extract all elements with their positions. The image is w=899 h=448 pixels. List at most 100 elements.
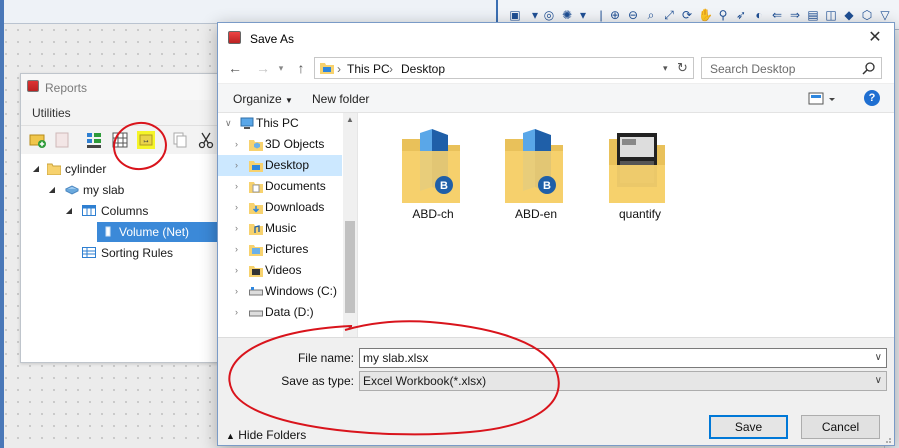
save-type-select[interactable]: Excel Workbook(*.xlsx) ∨: [359, 371, 887, 391]
file-item-abd-ch[interactable]: B ABD-ch: [388, 125, 478, 225]
nav-item-this-pc[interactable]: ∨ This PC: [218, 113, 342, 134]
nav-item-videos[interactable]: › Videos: [218, 260, 342, 281]
tree-item-cylinder[interactable]: ◢ cylinder: [21, 159, 241, 179]
collapse-caret-icon[interactable]: ∨: [225, 113, 235, 134]
search-icon[interactable]: [862, 61, 876, 75]
breadcrumb-separator-icon: ›: [337, 62, 341, 76]
reports-toolbar: ↦: [21, 126, 241, 154]
save-button[interactable]: Save: [709, 415, 788, 439]
copy-icon[interactable]: [171, 131, 189, 149]
table-icon[interactable]: [111, 131, 129, 149]
address-bar[interactable]: › This PC › Desktop ▾ ↻: [314, 57, 694, 79]
pan-icon[interactable]: ✋: [698, 8, 713, 22]
cube-view-icon[interactable]: ⬡: [860, 8, 874, 22]
chevron-down-icon[interactable]: ∨: [875, 372, 882, 390]
collapse-caret-icon[interactable]: ◢: [31, 159, 41, 179]
nav-item-downloads[interactable]: › Downloads: [218, 197, 342, 218]
tree-view-icon[interactable]: [85, 131, 103, 149]
folder-icon: [47, 163, 61, 175]
recent-locations-icon[interactable]: ▾: [272, 59, 290, 77]
forward-arrow-icon[interactable]: →: [254, 59, 272, 77]
add-report-icon[interactable]: [29, 131, 47, 149]
nav-item-pictures[interactable]: › Pictures: [218, 239, 342, 260]
nav-item-data-d[interactable]: › Data (D:): [218, 302, 342, 323]
disabled-report-icon[interactable]: [53, 131, 71, 149]
file-name-input[interactable]: my slab.xlsx ∨: [359, 348, 887, 368]
tree-item-label: Volume (Net): [119, 225, 190, 239]
expand-caret-icon[interactable]: ›: [235, 218, 245, 239]
menu-utilities[interactable]: Utilities: [32, 106, 71, 120]
search-input[interactable]: Search Desktop: [701, 57, 882, 79]
hide-folders-button[interactable]: ▲ Hide Folders: [226, 428, 306, 442]
collapse-caret-icon[interactable]: ◢: [64, 201, 74, 221]
clip-icon[interactable]: ◫: [824, 8, 838, 22]
nav-item-desktop[interactable]: › Desktop: [218, 155, 342, 176]
hide-folders-label: Hide Folders: [238, 428, 307, 442]
light-icon[interactable]: ✺: [560, 8, 574, 22]
help-icon[interactable]: ?: [864, 90, 880, 106]
chevron-up-icon: ▲: [226, 431, 235, 441]
cancel-button[interactable]: Cancel: [801, 415, 880, 439]
tree-item-columns[interactable]: ◢ Columns: [21, 201, 241, 221]
walk-icon[interactable]: ⚲: [716, 8, 730, 22]
organize-button[interactable]: Organize ▼: [233, 92, 293, 106]
change-view-icon[interactable]: [808, 91, 838, 107]
fly-icon[interactable]: ➶: [734, 8, 748, 22]
expand-caret-icon[interactable]: ›: [235, 260, 245, 281]
expand-caret-icon[interactable]: ›: [235, 155, 245, 176]
save-options-area: File name: my slab.xlsx ∨ Save as type: …: [218, 337, 894, 445]
scrollbar-thumb[interactable]: [345, 221, 355, 313]
perspective-icon[interactable]: ▽: [878, 8, 892, 22]
file-name-value: my slab.xlsx: [363, 351, 429, 365]
expand-caret-icon[interactable]: ›: [235, 302, 245, 323]
dropdown-icon[interactable]: ▾: [528, 8, 542, 22]
expand-caret-icon[interactable]: ›: [235, 239, 245, 260]
scroll-down-icon[interactable]: ▼: [346, 323, 354, 332]
reports-titlebar[interactable]: Reports: [21, 74, 241, 100]
fit-icon[interactable]: ⤢: [662, 8, 676, 22]
file-item-quantify[interactable]: quantify: [595, 125, 685, 225]
tree-item-my-slab[interactable]: ◢ my slab: [21, 180, 241, 200]
file-item-abd-en[interactable]: B ABD-en: [491, 125, 581, 225]
breadcrumb-desktop[interactable]: Desktop: [401, 62, 445, 76]
tree-item-sorting-rules[interactable]: Sorting Rules: [21, 243, 241, 263]
nav-item-music[interactable]: › Music: [218, 218, 342, 239]
back-arrow-icon[interactable]: ←: [226, 59, 244, 77]
close-icon[interactable]: ✕: [863, 26, 887, 50]
select-icon[interactable]: ▣: [508, 8, 522, 22]
resize-grip-icon[interactable]: [882, 434, 892, 444]
rotate-icon[interactable]: ⟳: [680, 8, 694, 22]
new-folder-button[interactable]: New folder: [312, 92, 369, 106]
up-arrow-icon[interactable]: ↑: [292, 59, 310, 77]
export-excel-icon[interactable]: ↦: [137, 131, 155, 149]
nav-item-3d-objects[interactable]: › 3D Objects: [218, 134, 342, 155]
expand-caret-icon[interactable]: ›: [235, 176, 245, 197]
dropdown-icon[interactable]: ▾: [576, 8, 590, 22]
zoom-in-icon[interactable]: ⊕: [608, 8, 622, 22]
dialog-titlebar[interactable]: Save As ✕: [218, 23, 894, 53]
render-icon[interactable]: ◆: [842, 8, 856, 22]
camera-icon[interactable]: ◐: [752, 8, 766, 22]
collapse-caret-icon[interactable]: ◢: [47, 180, 57, 200]
scroll-up-icon[interactable]: ▲: [346, 115, 354, 124]
breadcrumb-this-pc[interactable]: This PC: [347, 62, 390, 76]
command-bar: Organize ▼ New folder ?: [218, 83, 894, 113]
zoom-out-icon[interactable]: ⊖: [626, 8, 640, 22]
chevron-down-icon[interactable]: ∨: [875, 349, 882, 367]
zoom-window-icon[interactable]: ⌕: [644, 8, 658, 22]
expand-caret-icon[interactable]: ›: [235, 197, 245, 218]
nav-item-windows-c[interactable]: › Windows (C:): [218, 281, 342, 302]
address-dropdown-icon[interactable]: ▾: [663, 63, 668, 74]
expand-caret-icon[interactable]: ›: [235, 134, 245, 155]
view-back-icon[interactable]: ⇐: [770, 8, 784, 22]
view-forward-icon[interactable]: ⇒: [788, 8, 802, 22]
nav-label: Music: [265, 221, 297, 235]
cut-icon[interactable]: [197, 131, 215, 149]
file-name: ABD-en: [514, 207, 558, 221]
section-icon[interactable]: ▤: [806, 8, 820, 22]
expand-caret-icon[interactable]: ›: [235, 281, 245, 302]
tree-item-volume-net[interactable]: Volume (Net): [97, 222, 217, 242]
refresh-icon[interactable]: ↻: [677, 60, 688, 76]
orbit-icon[interactable]: ◎: [542, 8, 556, 22]
nav-item-documents[interactable]: › Documents: [218, 176, 342, 197]
